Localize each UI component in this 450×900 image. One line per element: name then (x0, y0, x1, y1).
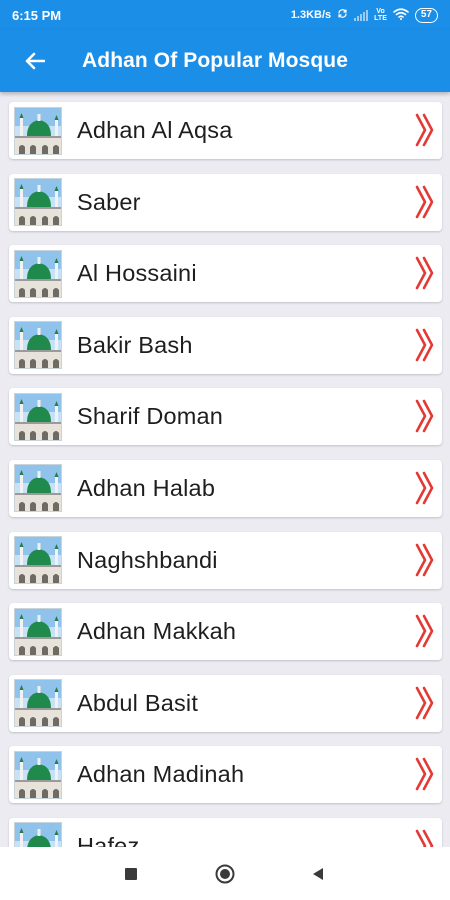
triangle-back-icon (313, 868, 323, 880)
mosque-thumbnail (14, 679, 62, 728)
status-time: 6:15 PM (12, 7, 62, 23)
system-nav-bar (0, 847, 450, 900)
app-bar: Adhan Of Popular Mosque (0, 30, 450, 92)
sync-icon (337, 8, 348, 22)
list-item-label: Hafez (77, 832, 140, 847)
mosque-thumbnail (14, 536, 62, 585)
double-chevron-right-icon (415, 686, 434, 720)
list-item-label: Naghshbandi (77, 546, 218, 573)
page-title: Adhan Of Popular Mosque (82, 49, 348, 72)
double-chevron-right-icon (415, 471, 434, 505)
network-speed: 1.3KB/s (290, 9, 332, 21)
square-icon (125, 868, 137, 880)
mosque-thumbnail (14, 321, 62, 370)
double-chevron-right-icon (415, 256, 434, 290)
double-chevron-right-icon (415, 113, 434, 147)
list-item-5[interactable]: Adhan Halab (9, 459, 442, 517)
mosque-thumbnail (14, 106, 62, 155)
double-chevron-right-icon (415, 400, 434, 433)
list-item-label: Adhan Halab (77, 474, 216, 501)
mosque-thumbnail (14, 607, 62, 656)
circle-icon (215, 864, 235, 884)
list-item-0[interactable]: Adhan Al Aqsa (9, 102, 442, 159)
nav-back-button[interactable] (308, 864, 328, 884)
battery-indicator: 57 (414, 7, 438, 23)
volte-bottom: LTE (374, 15, 387, 22)
list-item-label: Al Hossaini (77, 260, 197, 287)
list-item-label: Saber (77, 188, 141, 215)
mosque-thumbnail (14, 392, 62, 441)
list-item-label: Abdul Basit (77, 689, 199, 716)
list-item-label: Adhan Al Aqsa (77, 117, 233, 143)
list-item-4[interactable]: Sharif Doman (9, 388, 442, 446)
list-item-2[interactable]: Al Hossaini (9, 245, 442, 303)
double-chevron-right-icon (415, 614, 434, 648)
status-icons: 1.3KB/s Vo LTE 57 (290, 7, 438, 23)
wifi-icon (393, 7, 409, 23)
double-chevron-right-icon (415, 543, 434, 576)
mosque-thumbnail (14, 750, 62, 799)
list-item-label: Adhan Makkah (77, 618, 237, 645)
mosque-list-area[interactable]: Adhan Al Aqsa Saber Al Hossaini Bakir Ba… (0, 92, 450, 847)
home-button[interactable] (215, 864, 235, 884)
back-button[interactable] (0, 30, 70, 92)
list-item-9[interactable]: Adhan Madinah (9, 746, 442, 804)
list-item-label: Sharif Doman (77, 403, 224, 430)
double-chevron-right-icon (415, 758, 434, 791)
signal-icon (354, 9, 369, 21)
volte-top: Vo (376, 8, 385, 15)
list-item-label: Adhan Madinah (77, 761, 245, 788)
arrow-left-icon (25, 52, 45, 70)
list-item-10[interactable]: Hafez (9, 817, 442, 847)
mosque-thumbnail (14, 464, 62, 513)
list-item-7[interactable]: Adhan Makkah (9, 603, 442, 661)
status-bar: 6:15 PM 1.3KB/s Vo LTE 57 (0, 0, 450, 30)
mosque-list: Adhan Al Aqsa Saber Al Hossaini Bakir Ba… (9, 102, 442, 847)
list-item-1[interactable]: Saber (9, 173, 442, 231)
recents-button[interactable] (121, 864, 141, 884)
list-item-3[interactable]: Bakir Bash (9, 316, 442, 374)
mosque-thumbnail (14, 178, 62, 227)
double-chevron-right-icon (415, 185, 434, 218)
double-chevron-right-icon (415, 829, 434, 847)
list-item-label: Bakir Bash (77, 331, 193, 358)
mosque-thumbnail (14, 249, 62, 298)
list-item-8[interactable]: Abdul Basit (9, 674, 442, 732)
list-item-6[interactable]: Naghshbandi (9, 531, 442, 589)
double-chevron-right-icon (415, 328, 434, 362)
mosque-thumbnail (14, 822, 62, 847)
volte-badge: Vo LTE (374, 8, 387, 22)
